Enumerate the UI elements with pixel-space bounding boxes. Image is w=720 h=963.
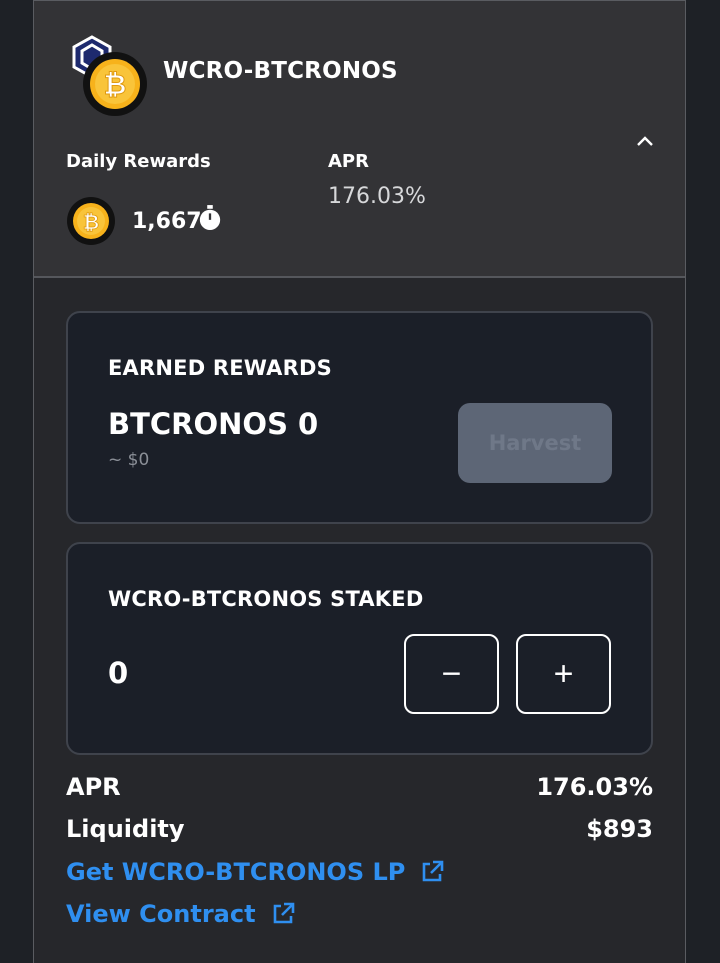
earned-rewards-usd: ~ $0 [108, 450, 150, 470]
earned-rewards-label: EARNED REWARDS [108, 356, 332, 380]
stake-plus-button[interactable]: + [516, 634, 611, 714]
apr-label: APR [328, 151, 369, 172]
apr-value: 176.03% [328, 184, 426, 209]
stopwatch-icon [199, 205, 220, 230]
unstake-minus-button[interactable]: − [404, 634, 499, 714]
farm-header: ₿ WCRO-BTCRONOS Daily Rewards APR 176.03… [34, 1, 685, 278]
pair-title: WCRO-BTCRONOS [163, 58, 398, 84]
liquidity-value: $893 [586, 815, 653, 843]
svg-text:₿: ₿ [83, 210, 99, 234]
staked-label: WCRO-BTCRONOS STAKED [108, 587, 424, 611]
get-lp-link[interactable]: Get WCRO-BTCRONOS LP [66, 858, 445, 886]
view-contract-link-label: View Contract [66, 900, 256, 928]
svg-text:₿: ₿ [104, 68, 127, 101]
chevron-up-icon [637, 136, 653, 146]
external-link-icon [273, 902, 294, 924]
liquidity-label: Liquidity [66, 815, 185, 843]
apr-row: APR 176.03% [66, 773, 653, 801]
view-contract-link[interactable]: View Contract [66, 900, 296, 928]
liquidity-row: Liquidity $893 [66, 815, 653, 843]
apr-row-value: 176.03% [536, 773, 653, 801]
bitcoin-icon: ₿ [83, 52, 147, 116]
collapse-button[interactable] [630, 127, 660, 155]
earned-rewards-panel: EARNED REWARDS BTCRONOS 0 ~ $0 Harvest [66, 311, 653, 524]
daily-rewards-label: Daily Rewards [66, 151, 211, 172]
bitcoin-icon: ₿ [67, 197, 115, 245]
farm-card: ₿ WCRO-BTCRONOS Daily Rewards APR 176.03… [33, 0, 686, 963]
external-link-icon [423, 860, 444, 882]
harvest-button[interactable]: Harvest [458, 403, 612, 483]
daily-rewards-row: ₿ 1,667 [66, 196, 222, 246]
apr-row-label: APR [66, 773, 121, 801]
earned-rewards-amount: BTCRONOS 0 [108, 407, 319, 441]
staked-panel: WCRO-BTCRONOS STAKED 0 − + [66, 542, 653, 755]
staked-amount: 0 [108, 656, 129, 690]
token-pair-logo: ₿ [70, 35, 150, 116]
get-lp-link-label: Get WCRO-BTCRONOS LP [66, 858, 406, 886]
daily-rewards-value: 1,667 [132, 208, 202, 234]
